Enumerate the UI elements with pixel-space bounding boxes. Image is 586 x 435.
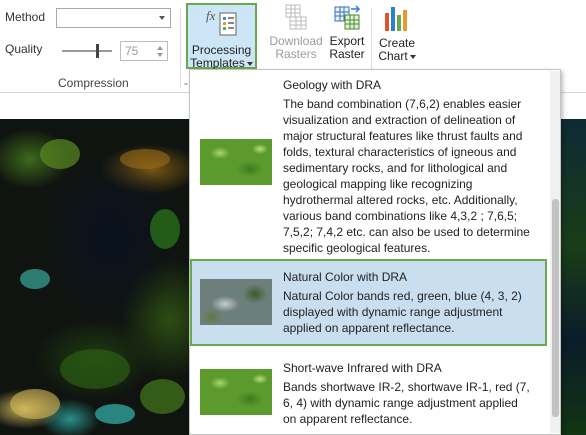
template-item-shortwave-infrared[interactable]: Short-wave Infrared with DRA Bands short… (190, 350, 547, 434)
download-rasters-label: Download Rasters (269, 34, 323, 61)
map-feature (20, 269, 50, 289)
method-dropdown[interactable] (56, 8, 171, 28)
template-description: Natural Color bands red, green, blue (4,… (283, 289, 522, 335)
map-feature (40, 139, 80, 169)
map-feature (95, 404, 135, 424)
bar-chart-icon (381, 3, 413, 33)
processing-templates-icon: fx (202, 8, 242, 40)
template-thumbnail (200, 369, 272, 415)
processing-templates-button[interactable]: fx Processing Templates (186, 3, 257, 70)
template-item-geology[interactable]: Geology with DRA The band combination (7… (190, 70, 547, 258)
template-item-natural-color[interactable]: Natural Color with DRA Natural Color ban… (190, 259, 547, 346)
group-label-fragment: - (184, 76, 188, 90)
caret-down-icon (409, 54, 416, 59)
download-rasters-icon (280, 3, 312, 31)
template-thumbnail (200, 279, 272, 325)
map-feature (60, 349, 130, 389)
map-feature (140, 379, 185, 414)
map-feature (120, 149, 170, 169)
template-thumbnail (200, 139, 272, 185)
template-title: Short-wave Infrared with DRA (283, 361, 442, 375)
method-label: Method (5, 10, 46, 24)
quality-spinner[interactable]: 75 (120, 41, 168, 61)
export-raster-button[interactable]: Export Raster (328, 3, 366, 61)
create-chart-label: Create Chart (378, 36, 416, 63)
map-feature (10, 389, 60, 419)
slider-thumb[interactable] (96, 44, 99, 58)
quality-value: 75 (125, 44, 139, 58)
template-title: Natural Color with DRA (283, 270, 408, 284)
gallery-scrollbar[interactable] (550, 71, 560, 433)
processing-templates-label: Processing Templates (190, 43, 253, 70)
export-raster-label: Export Raster (329, 34, 365, 61)
map-feature (150, 209, 180, 249)
spin-down-icon[interactable] (157, 53, 163, 57)
create-chart-button[interactable]: Create Chart (378, 3, 416, 63)
chevron-down-icon (159, 16, 165, 20)
template-description: Bands shortwave IR-2, shortwave IR-1, re… (283, 380, 530, 426)
template-description: The band combination (7,6,2) enables eas… (283, 97, 530, 255)
scrollbar-thumb[interactable] (552, 199, 559, 417)
quality-slider[interactable] (62, 44, 112, 58)
processing-templates-gallery: Geology with DRA The band combination (7… (189, 69, 561, 435)
quality-label: Quality (5, 42, 43, 56)
group-divider (180, 8, 181, 88)
spin-up-icon[interactable] (157, 46, 163, 50)
download-rasters-button[interactable]: Download Rasters (267, 3, 325, 61)
compression-group-label: Compression (58, 76, 129, 90)
export-raster-icon (331, 3, 363, 31)
template-title: Geology with DRA (283, 78, 382, 92)
svg-text:fx: fx (206, 8, 216, 23)
caret-down-icon (246, 61, 253, 66)
